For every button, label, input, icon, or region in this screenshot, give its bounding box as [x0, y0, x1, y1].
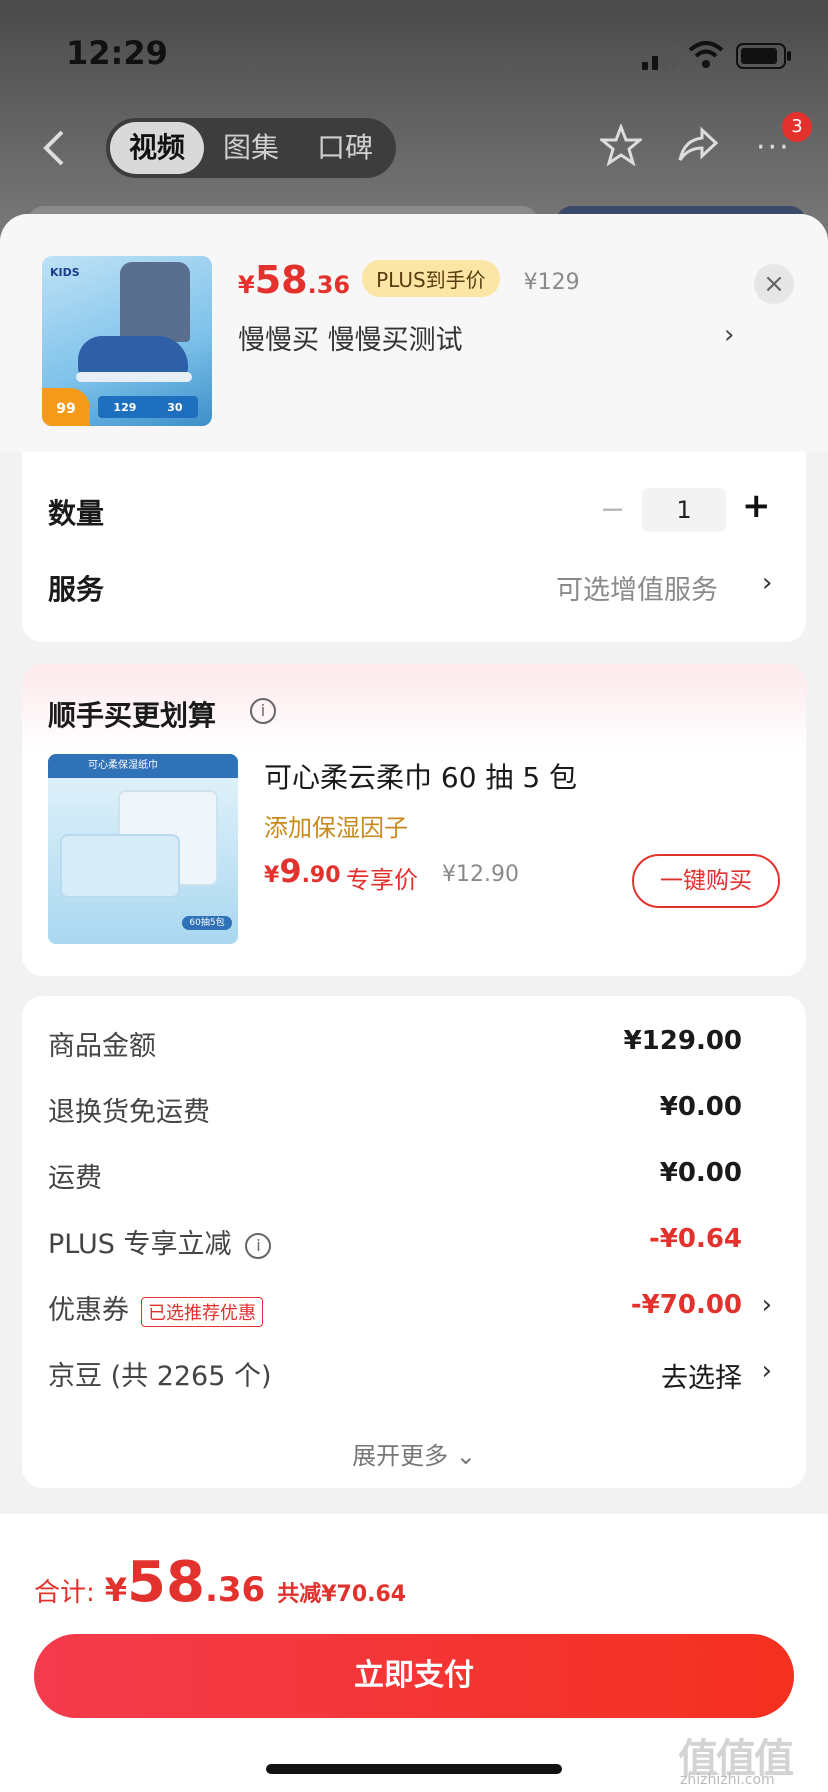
fee-value: ¥0.00: [659, 1158, 742, 1188]
one-click-buy-button[interactable]: 一键购买: [632, 854, 780, 908]
fee-label: 退换货免运费: [48, 1097, 210, 1128]
quantity-minus-button[interactable]: −: [600, 492, 625, 527]
image-number-2: 30: [167, 400, 183, 414]
service-label: 服务: [48, 573, 105, 606]
fee-row: 退换货免运费 ¥0.00: [48, 1090, 768, 1130]
product-image-sole: [76, 372, 192, 382]
price-int: 9: [279, 852, 302, 890]
info-icon[interactable]: i: [245, 1232, 272, 1259]
quantity-plus-button[interactable]: +: [742, 486, 771, 526]
recommend-item-image[interactable]: 可心柔保湿纸巾 60抽5包: [48, 754, 238, 944]
quantity-input[interactable]: 1: [642, 488, 726, 532]
selected-spec[interactable]: 慢慢买 慢慢买测试: [238, 318, 463, 357]
favorite-star-icon[interactable]: [600, 124, 642, 166]
product-price: ¥58.36: [238, 258, 350, 302]
price-symbol: ¥: [264, 863, 280, 888]
recommend-card: 顺手买更划算 i 可心柔保湿纸巾 60抽5包 可心柔云柔巾 60 抽 5 包 添…: [22, 664, 806, 976]
image-info-strip: 129 30: [98, 396, 198, 418]
chevron-right-icon[interactable]: ›: [724, 320, 734, 350]
media-tab-segment: 视频 图集 口碑: [106, 118, 396, 178]
total-price: 合计: ¥ 58 .36 共减¥70.64: [34, 1550, 406, 1615]
chevron-right-icon[interactable]: ›: [762, 1290, 772, 1320]
price-dec: .36: [307, 271, 351, 299]
share-icon[interactable]: [676, 124, 718, 166]
total-label: 合计:: [34, 1578, 95, 1608]
image-price-badge: 99: [42, 388, 90, 426]
recommend-old-price: ¥12.90: [442, 862, 519, 887]
watermark-site: zhizhizhi.com: [680, 1772, 775, 1788]
battery-icon: [736, 43, 791, 69]
info-icon[interactable]: i: [250, 698, 276, 724]
fee-row: 商品金额 ¥129.00: [48, 1024, 768, 1064]
top-nav: 视频 图集 口碑 ··· 3: [0, 112, 828, 182]
price-symbol: ¥: [104, 1571, 128, 1609]
back-arrow-icon[interactable]: [40, 128, 70, 168]
fee-label: 京豆 (共 2265 个): [48, 1361, 272, 1392]
status-bar: 12:29: [0, 28, 828, 78]
pay-now-button[interactable]: 立即支付: [34, 1634, 794, 1718]
price-int: 58: [127, 1550, 205, 1615]
original-price: ¥129: [523, 270, 580, 295]
fee-value: ¥0.00: [659, 1092, 742, 1122]
fee-label-plus: PLUS 专享立减 i: [48, 1222, 272, 1261]
product-image-leg: [120, 262, 190, 342]
checkout-sheet: KIDS 99 129 30 ¥58.36 PLUS到手价 ¥129 慢慢买 慢…: [0, 214, 828, 1792]
checkout-footer: 合计: ¥ 58 .36 共减¥70.64 立即支付 值值值 zhizhizhi…: [0, 1514, 828, 1792]
brand-logo: KIDS: [50, 266, 80, 279]
status-time: 12:29: [66, 34, 168, 72]
recommend-item-name[interactable]: 可心柔云柔巾 60 抽 5 包: [264, 756, 577, 796]
product-header: KIDS 99 129 30 ¥58.36 PLUS到手价 ¥129 慢慢买 慢…: [0, 214, 828, 452]
jingdou-row[interactable]: 京豆 (共 2265 个) 去选择 ›: [48, 1354, 772, 1395]
fee-value: ¥129.00: [623, 1026, 742, 1056]
fee-row: PLUS 专享立减 i -¥0.64: [48, 1222, 768, 1262]
cellular-signal-icon: [642, 44, 678, 70]
fee-label: PLUS 专享立减: [48, 1229, 232, 1260]
close-button[interactable]: ×: [754, 264, 794, 304]
product-thumbnail[interactable]: KIDS 99 129 30: [42, 256, 212, 426]
price-int: 58: [254, 258, 308, 302]
tab-reviews[interactable]: 口碑: [298, 122, 392, 174]
message-badge: 3: [782, 112, 812, 142]
fee-summary-card: 商品金额 ¥129.00 退换货免运费 ¥0.00 运费 ¥0.00 PLUS …: [22, 996, 806, 1488]
home-indicator[interactable]: [266, 1764, 562, 1774]
price-dec: .90: [301, 863, 341, 888]
chevron-right-icon[interactable]: ›: [762, 1356, 772, 1386]
fee-value: -¥70.00: [630, 1290, 742, 1320]
options-card: 数量 − 1 + 服务 可选增值服务 ›: [22, 452, 806, 642]
plus-price-tag: PLUS到手价: [362, 260, 500, 297]
jingdou-select[interactable]: 去选择: [661, 1356, 742, 1395]
chevron-right-icon[interactable]: ›: [762, 568, 772, 598]
recommend-item-subtitle: 添加保湿因子: [264, 814, 408, 842]
fee-label: 运费: [48, 1163, 102, 1194]
image-number-1: 129: [113, 400, 137, 414]
total-saved: 共减¥70.64: [277, 1582, 407, 1607]
tab-video[interactable]: 视频: [110, 122, 204, 174]
tissue-image-header: 可心柔保湿纸巾: [48, 754, 238, 778]
fee-label-coupon: 优惠券 已选推荐优惠: [48, 1288, 263, 1327]
tissue-image-box: [60, 834, 180, 898]
coupon-row[interactable]: 优惠券 已选推荐优惠 -¥70.00 ›: [48, 1288, 772, 1328]
service-selector[interactable]: 可选增值服务: [556, 568, 718, 607]
exclusive-price-label: 专享价: [346, 866, 418, 894]
fee-row: 运费 ¥0.00: [48, 1156, 768, 1196]
recommend-item-price: ¥9.90: [264, 852, 341, 890]
price-dec: .36: [204, 1570, 266, 1610]
fee-label: 商品金额: [48, 1031, 156, 1062]
price-symbol: ¥: [238, 271, 255, 299]
fee-label: 优惠券: [48, 1295, 129, 1326]
wifi-icon: [688, 41, 724, 68]
tab-gallery[interactable]: 图集: [204, 122, 298, 174]
product-price-row: ¥58.36 PLUS到手价 ¥129: [238, 258, 580, 308]
expand-more-button[interactable]: 展开更多 ⌄: [22, 1436, 806, 1471]
quantity-label: 数量: [48, 497, 105, 530]
recommend-title: 顺手买更划算: [48, 699, 217, 732]
fee-value: -¥0.64: [648, 1224, 742, 1254]
coupon-tag: 已选推荐优惠: [141, 1296, 263, 1327]
tissue-image-tag: 60抽5包: [182, 916, 232, 930]
